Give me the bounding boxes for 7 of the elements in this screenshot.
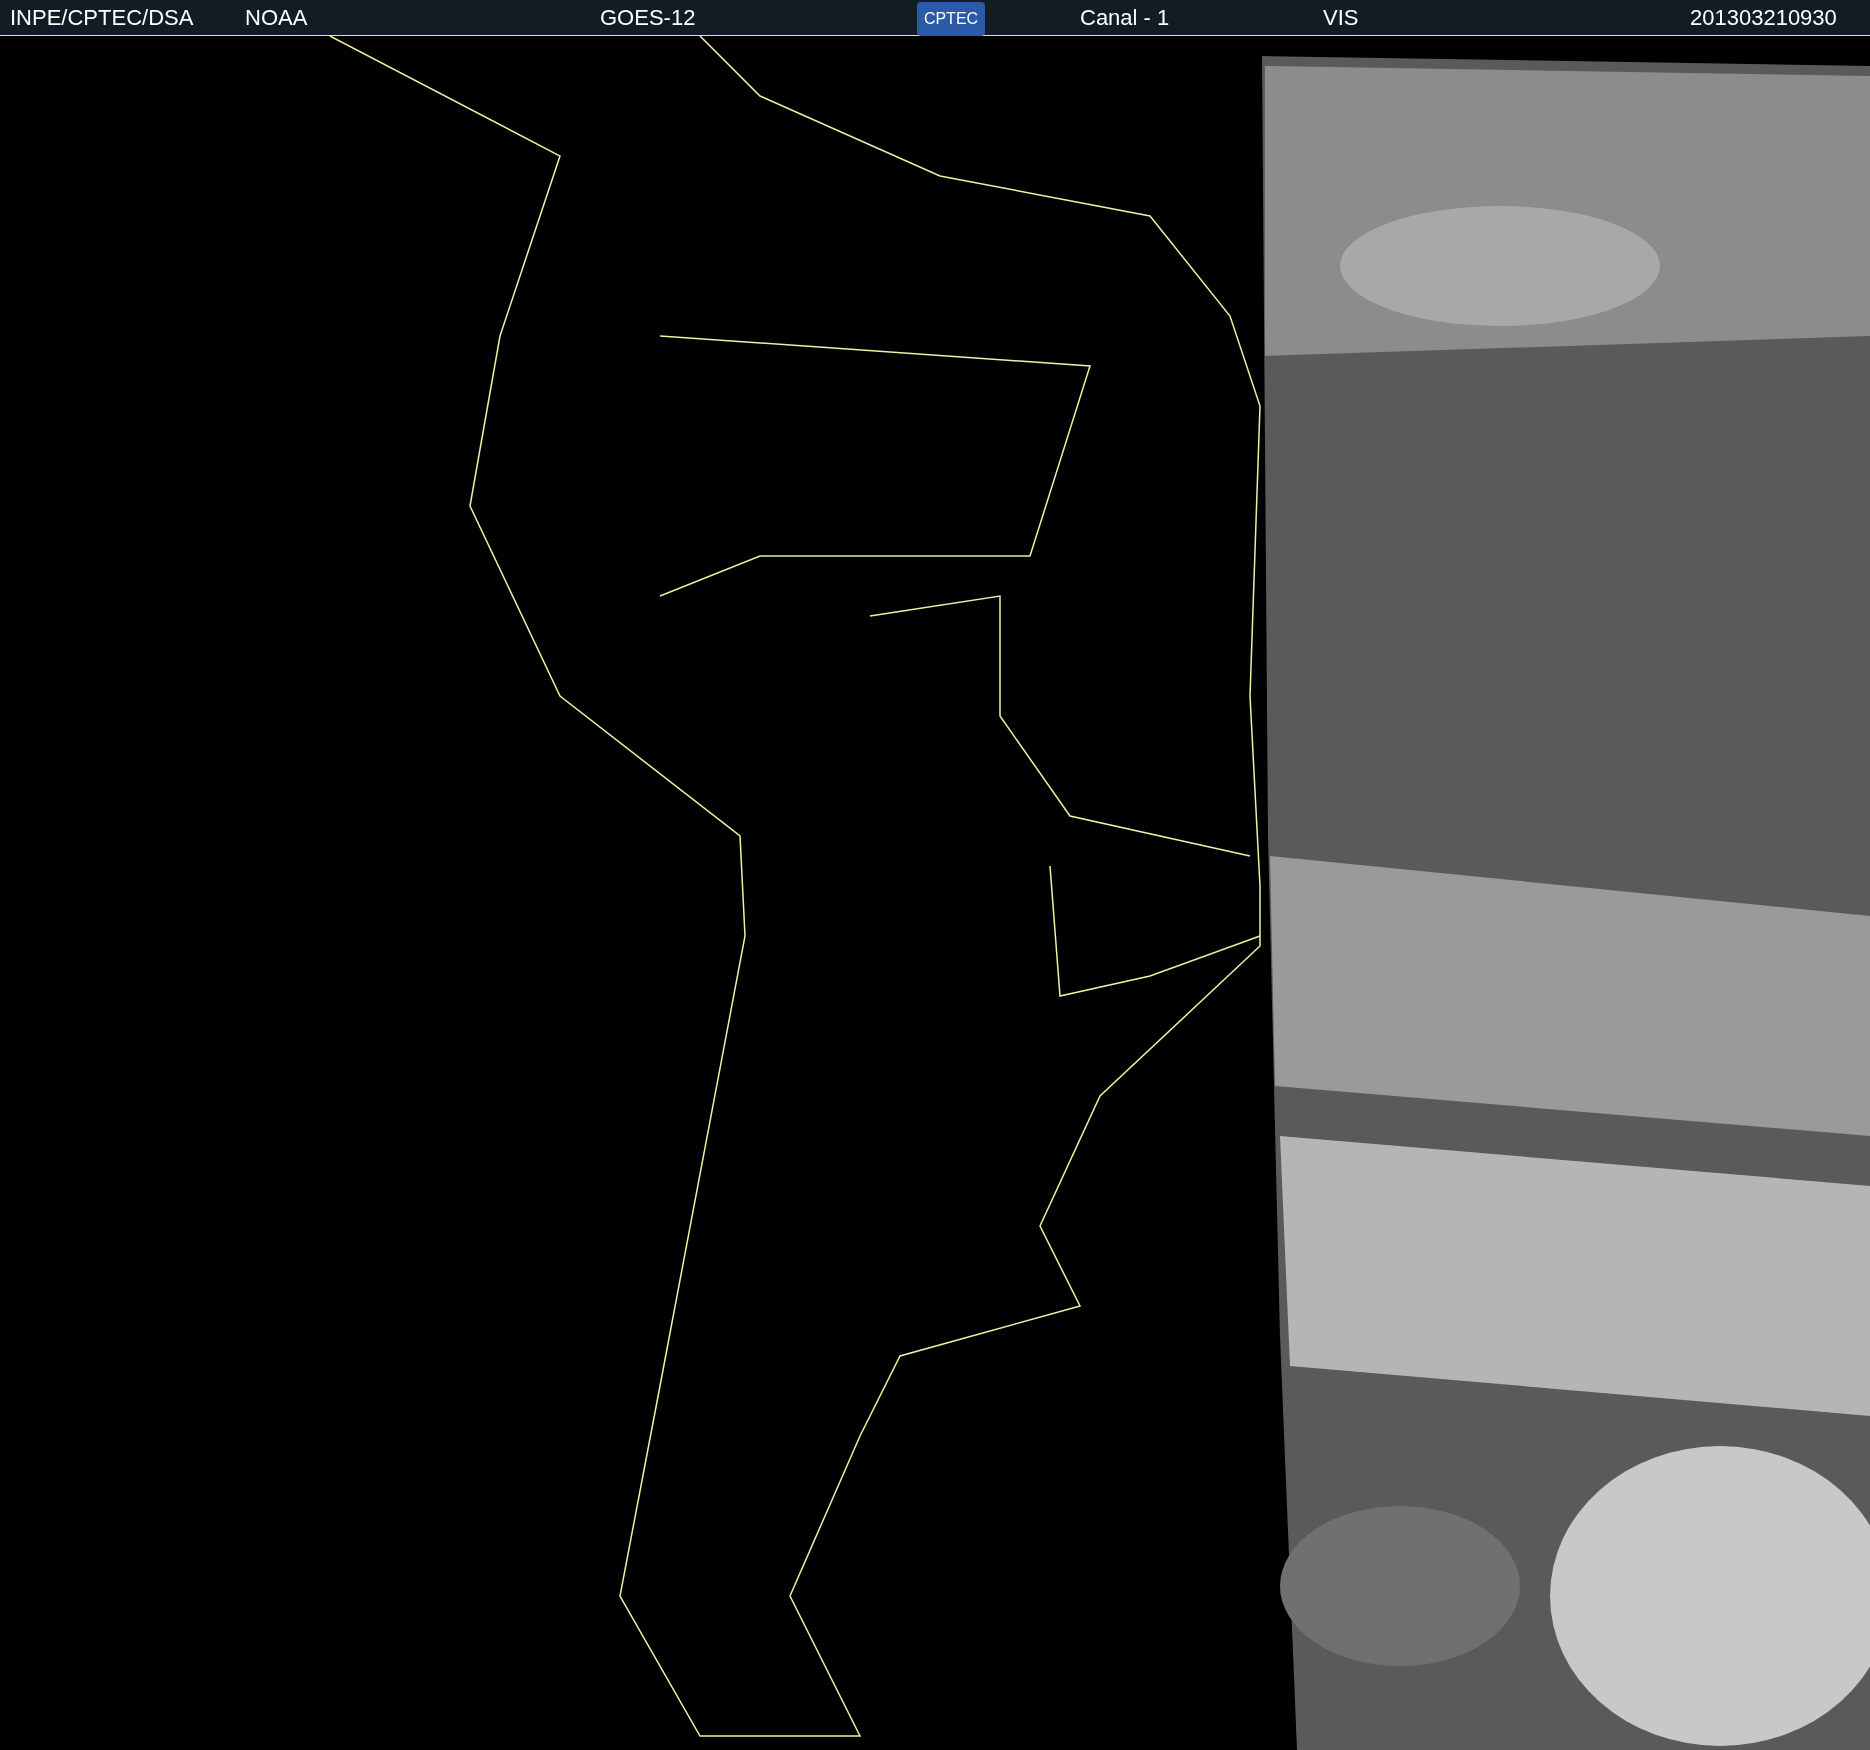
- band-label: VIS: [1323, 5, 1359, 30]
- agency-label: NOAA: [245, 5, 308, 30]
- timestamp-label: 201303210930: [1690, 5, 1837, 30]
- logo: CPTEC: [917, 1, 985, 36]
- satellite-label: GOES-12: [600, 5, 696, 30]
- channel-label: Canal - 1: [1080, 5, 1170, 30]
- source-label: INPE/CPTEC/DSA: [10, 5, 194, 30]
